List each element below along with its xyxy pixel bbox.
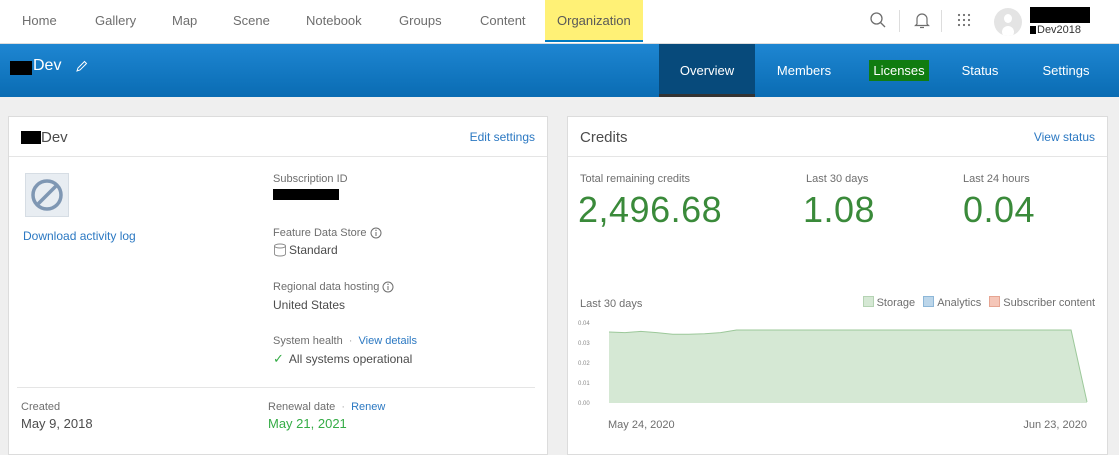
credits-card-header: Credits View status (568, 117, 1107, 157)
dot-separator: · (341, 401, 346, 413)
edit-settings-link[interactable]: Edit settings (470, 130, 535, 144)
user-name[interactable]: Dev2018 (1030, 24, 1081, 36)
redacted-subscription-id (273, 189, 339, 200)
credits-chart: 0.04 0.03 0.02 0.01 0.00 May 24, 2020 Jun 23, … (578, 321, 1088, 431)
renewal-date-label: Renewal date (268, 401, 336, 413)
system-health-status: ✓ All systems operational (273, 351, 412, 367)
nav-home[interactable]: Home (22, 0, 57, 42)
nav-groups[interactable]: Groups (399, 0, 442, 42)
credits-title: Credits (580, 129, 628, 146)
tab-licenses-label: Licenses (869, 60, 929, 81)
tab-overview[interactable]: Overview (659, 44, 755, 97)
system-health-label: System health (273, 335, 343, 347)
redacted-org-prefix (10, 61, 32, 75)
feature-data-store-value: Standard (273, 243, 338, 257)
subscription-id-label: Subscription ID (273, 173, 348, 185)
org-card-title: Dev (41, 129, 68, 146)
created-value: May 9, 2018 (21, 416, 93, 431)
feature-data-store-text: Standard (289, 243, 338, 257)
nav-organization[interactable]: Organization (545, 0, 643, 42)
redacted-org-prefix (21, 131, 41, 144)
last-30-days-value: 1.08 (803, 189, 876, 230)
nav-notebook[interactable]: Notebook (306, 0, 362, 42)
y-tick-label: 0.01 (578, 381, 590, 387)
info-icon[interactable] (382, 281, 394, 293)
legend-swatch-storage (862, 296, 874, 307)
tab-settings[interactable]: Settings (1030, 44, 1102, 97)
tab-licenses[interactable]: Licenses (860, 44, 938, 97)
redacted-username (1030, 7, 1090, 23)
system-health-row: System health · View details (273, 335, 417, 347)
credits-card: Credits View status Total remaining cred… (567, 116, 1108, 455)
download-activity-log-link[interactable]: Download activity log (23, 229, 136, 243)
bell-icon[interactable] (912, 10, 932, 30)
system-health-value: All systems operational (288, 352, 413, 366)
legend-subscriber-content[interactable]: Subscriber content (1003, 297, 1095, 309)
nav-scene[interactable]: Scene (233, 0, 270, 42)
user-name-suffix: Dev2018 (1037, 24, 1082, 36)
app-launcher-icon[interactable] (954, 10, 974, 30)
y-tick-label: 0.00 (578, 401, 590, 407)
legend-analytics[interactable]: Analytics (937, 297, 981, 309)
legend-storage[interactable]: Storage (877, 297, 916, 309)
renewal-row: Renewal date · Renew (268, 401, 385, 413)
y-tick-label: 0.04 (578, 321, 590, 327)
view-details-link[interactable]: View details (359, 335, 418, 347)
nav-map[interactable]: Map (172, 0, 197, 42)
y-tick-label: 0.03 (578, 341, 590, 347)
renewal-date-value: May 21, 2021 (268, 416, 347, 431)
last-24-hours-label: Last 24 hours (963, 173, 1030, 185)
total-credits-value: 2,496.68 (578, 189, 723, 230)
chart-legend: Storage Analytics Subscriber content (862, 296, 1095, 309)
org-card-header: Dev Edit settings (9, 117, 547, 157)
search-icon[interactable] (868, 10, 888, 30)
x-axis-label: May 24, 2020 (608, 419, 675, 431)
last-24-hours-value: 0.04 (963, 189, 1036, 230)
legend-swatch-subscriber (989, 296, 1001, 307)
feature-data-store-label: Feature Data Store (273, 227, 367, 239)
nav-divider (899, 10, 900, 32)
chart-label: Last 30 days (580, 298, 643, 310)
legend-swatch-analytics (923, 296, 935, 307)
regional-hosting-label: Regional data hosting (273, 281, 380, 293)
org-header: Dev Overview Members Licenses Status Set… (0, 44, 1119, 97)
created-label: Created (21, 401, 61, 413)
tab-status[interactable]: Status (950, 44, 1010, 97)
feature-data-store-row: Feature Data Store (273, 227, 382, 239)
dot-separator: · (348, 335, 353, 347)
org-title: Dev (33, 57, 62, 74)
divider (17, 387, 535, 388)
nav-gallery[interactable]: Gallery (95, 0, 136, 42)
total-credits-label: Total remaining credits (580, 173, 691, 185)
checkmark-icon: ✓ (273, 351, 284, 366)
view-status-link[interactable]: View status (1034, 130, 1095, 144)
regional-hosting-value: United States (273, 298, 346, 312)
no-image-icon (31, 179, 63, 211)
top-navigation: Home Gallery Map Scene Notebook Groups C… (0, 0, 1119, 44)
nav-divider (941, 10, 942, 32)
pencil-icon[interactable] (76, 59, 88, 77)
database-icon (274, 243, 286, 257)
x-axis-label: Jun 23, 2020 (1023, 419, 1087, 431)
tab-members[interactable]: Members (765, 44, 843, 97)
last-30-days-label: Last 30 days (806, 173, 869, 185)
org-card: Dev Edit settings Download activity log … (8, 116, 548, 455)
y-tick-label: 0.02 (578, 361, 590, 367)
org-thumbnail (25, 173, 69, 217)
storage-area[interactable] (609, 330, 1087, 403)
info-icon[interactable] (370, 227, 382, 239)
avatar[interactable] (994, 8, 1022, 36)
nav-content[interactable]: Content (480, 0, 526, 42)
regional-hosting-row: Regional data hosting (273, 281, 394, 293)
renew-link[interactable]: Renew (351, 401, 385, 413)
